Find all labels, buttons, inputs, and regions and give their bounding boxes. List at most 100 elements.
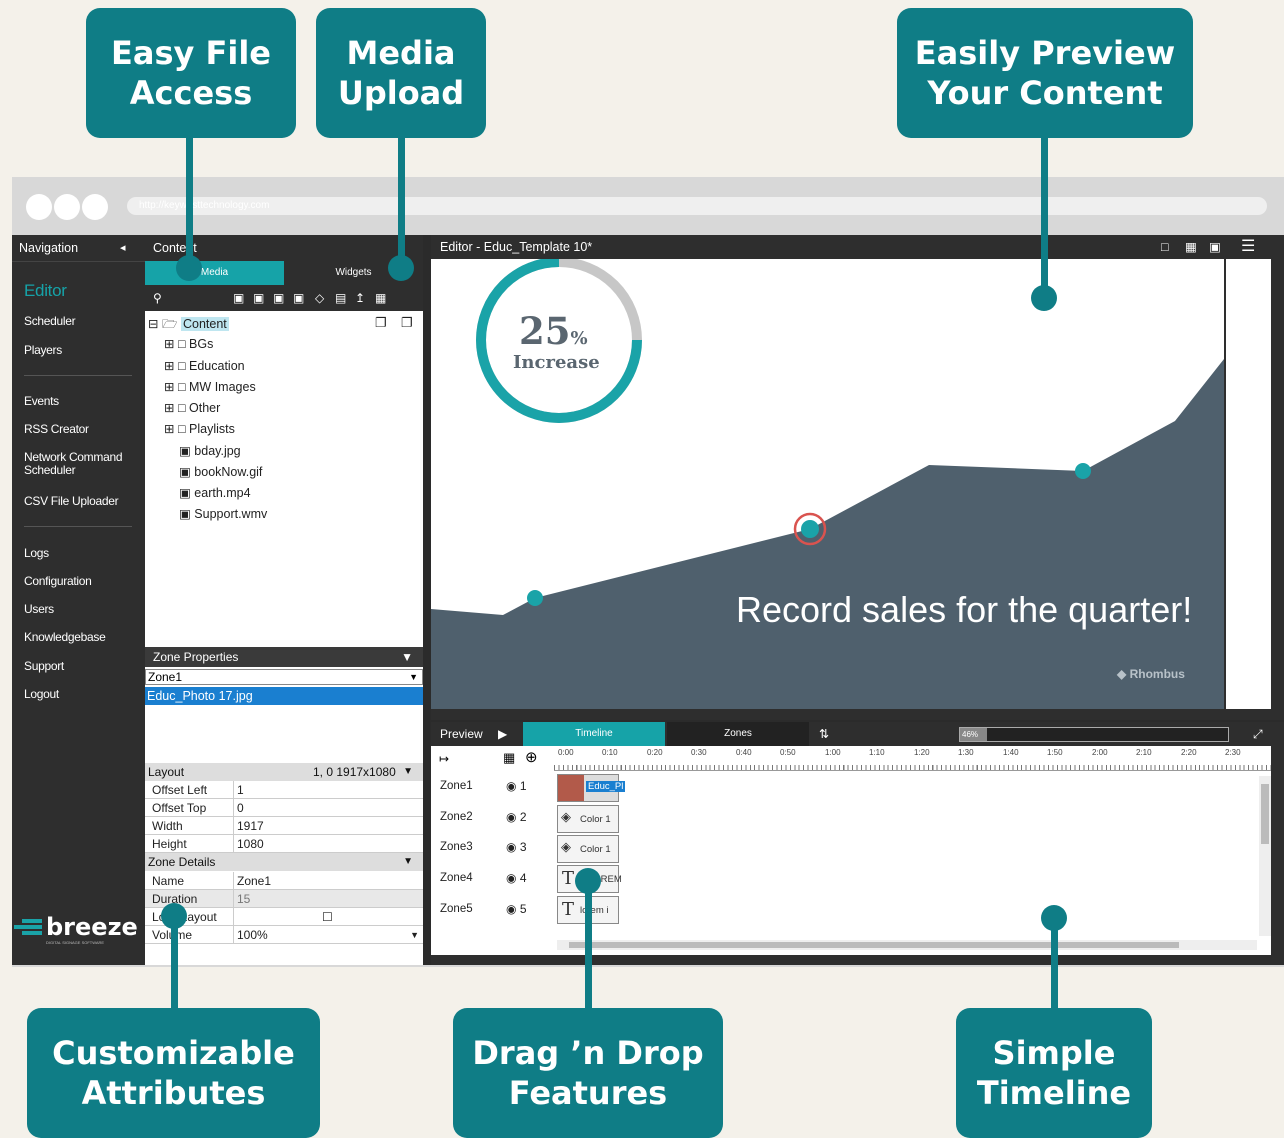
nav-item-network-command-scheduler[interactable]: Network Command Scheduler — [24, 451, 139, 477]
trash-icon[interactable]: ▦ — [503, 750, 515, 766]
pdf-file-icon[interactable]: ▣ — [293, 285, 304, 311]
zone-name-input[interactable]: Zone1 — [233, 872, 271, 890]
zone-row-label[interactable]: Zone4 — [440, 872, 473, 884]
eye-icon[interactable]: ◉ — [506, 902, 516, 916]
play-icon[interactable]: ▶ — [498, 722, 507, 746]
chart-point[interactable] — [527, 590, 543, 606]
paste-icon[interactable]: ❐ — [401, 315, 413, 331]
zone-file-item[interactable]: Educ_Photo 17.jpg — [145, 687, 423, 705]
collapse-icon[interactable]: ◂ — [120, 235, 126, 261]
upload-icon[interactable]: ↥ — [355, 285, 365, 311]
vertical-scrollbar[interactable] — [1259, 776, 1271, 936]
expand-box-icon[interactable]: ⊞ — [164, 380, 174, 394]
zone-row-label[interactable]: Zone3 — [440, 841, 473, 853]
trash-icon[interactable]: ▦ — [375, 285, 386, 311]
eye-icon[interactable]: ◉ — [506, 779, 516, 793]
offset-top-input[interactable]: 0 — [233, 799, 244, 817]
chevron-down-icon[interactable]: ▼ — [403, 853, 413, 871]
tree-folder-playlists[interactable]: ⊞ □ Playlists — [164, 421, 235, 436]
nav-item-rss-creator[interactable]: RSS Creator — [24, 422, 89, 436]
address-bar[interactable]: http://keywesttechnology.com — [127, 197, 1267, 215]
tab-timeline[interactable]: Timeline — [523, 722, 665, 746]
tree-folder-mw-images[interactable]: ⊞ □ MW Images — [164, 379, 256, 394]
audio-file-icon[interactable]: ▣ — [273, 285, 284, 311]
chevron-down-icon[interactable]: ▼ — [401, 647, 413, 667]
zone-row-visibility[interactable]: ◉ 4 — [506, 871, 527, 885]
zone-row-visibility[interactable]: ◉ 3 — [506, 840, 527, 854]
search-icon[interactable]: ⚲ — [153, 285, 162, 311]
tree-file-earth[interactable]: ▣ earth.mp4 — [179, 485, 251, 500]
eye-icon[interactable]: ◉ — [506, 871, 516, 885]
nav-item-users[interactable]: Users — [24, 602, 54, 616]
duration-input[interactable]: 15 — [233, 890, 250, 908]
height-input[interactable]: 1080 — [233, 835, 264, 853]
copy-icon[interactable]: ❐ — [375, 315, 387, 331]
nav-item-support[interactable]: Support — [24, 659, 64, 673]
fullscreen-icon[interactable]: ⤢ — [1253, 722, 1263, 746]
tree-folder-bgs[interactable]: ⊞ □ BGs — [164, 336, 213, 351]
chevron-down-icon[interactable]: ▼ — [410, 926, 419, 944]
zone-details-header[interactable]: Zone Details ▼ — [145, 853, 423, 871]
timeline-clip[interactable]: Educ_Pl — [557, 774, 626, 802]
expand-box-icon[interactable]: ⊞ — [164, 401, 174, 415]
open-folder-icon[interactable]: ▦ — [1185, 235, 1197, 259]
offset-left-input[interactable]: 1 — [233, 781, 244, 799]
nav-item-knowledgebase[interactable]: Knowledgebase — [24, 630, 106, 644]
nav-item-events[interactable]: Events — [24, 394, 59, 408]
preview-canvas[interactable]: 25% Increase Record sales for the quarte… — [431, 259, 1224, 709]
tree-file-support[interactable]: ▣ Support.wmv — [179, 506, 267, 521]
lock-layout-checkbox[interactable]: ☐ — [233, 908, 333, 926]
horizontal-scrollbar[interactable] — [557, 940, 1257, 950]
nav-item-logs[interactable]: Logs — [24, 546, 49, 560]
timeline-clip[interactable]: ◈ Color 1 — [557, 835, 619, 863]
new-folder-icon[interactable]: ▤ — [335, 285, 346, 311]
eye-icon[interactable]: ◉ — [506, 810, 516, 824]
tree-file-bday[interactable]: ▣ bday.jpg — [179, 443, 241, 458]
layout-section-header[interactable]: Layout 1, 0 1917x1080 ▼ — [145, 763, 423, 781]
nav-item-configuration[interactable]: Configuration — [24, 574, 92, 588]
chart-point[interactable] — [801, 520, 819, 538]
scroll-thumb[interactable] — [1261, 784, 1269, 844]
layers-icon[interactable]: ◇ — [315, 285, 324, 311]
nav-item-logout[interactable]: Logout — [24, 687, 59, 701]
tab-media[interactable]: Media — [145, 261, 284, 285]
expand-box-icon[interactable]: ⊞ — [164, 359, 174, 373]
nav-item-scheduler[interactable]: Scheduler — [24, 314, 76, 328]
eye-icon[interactable]: ◉ — [506, 840, 516, 854]
add-zone-icon[interactable]: ⊕ — [525, 748, 538, 766]
tab-zones[interactable]: Zones — [667, 722, 809, 746]
tree-folder-education[interactable]: ⊞ □ Education — [164, 358, 245, 373]
zone-row-visibility[interactable]: ◉ 1 — [506, 779, 527, 793]
image-file-icon[interactable]: ▣ — [233, 285, 244, 311]
chart-point[interactable] — [1075, 463, 1091, 479]
nav-item-editor[interactable]: Editor — [24, 281, 67, 301]
zone-properties-header[interactable]: Zone Properties ▼ — [145, 647, 423, 667]
zone-row-visibility[interactable]: ◉ 2 — [506, 810, 527, 824]
zoom-slider[interactable]: 46% — [959, 727, 1229, 742]
save-icon[interactable]: ▣ — [1209, 235, 1221, 259]
tree-root-content[interactable]: ⊟ 🗁 Content — [148, 315, 229, 336]
menu-icon[interactable]: ☰ — [1241, 235, 1255, 259]
new-file-icon[interactable]: □ — [1161, 235, 1169, 259]
scroll-thumb[interactable] — [569, 942, 1179, 948]
zone-row-visibility[interactable]: ◉ 5 — [506, 902, 527, 916]
zone-row-label[interactable]: Zone2 — [440, 811, 473, 823]
zone-row-label[interactable]: Zone5 — [440, 903, 473, 915]
timeline-clip[interactable]: ◈ Color 1 — [557, 805, 619, 833]
volume-select[interactable]: 100% — [233, 926, 268, 944]
zone-row-label[interactable]: Zone1 — [440, 780, 473, 792]
fit-width-icon[interactable]: ↦ — [439, 752, 449, 766]
nav-item-csv-file-uploader[interactable]: CSV File Uploader — [24, 494, 119, 508]
zone-select[interactable]: Zone1 ▼ — [145, 669, 423, 685]
expand-box-icon[interactable]: ⊞ — [164, 422, 174, 436]
width-input[interactable]: 1917 — [233, 817, 264, 835]
chevron-down-icon[interactable]: ▼ — [403, 763, 413, 781]
expand-box-icon[interactable]: ⊞ — [164, 337, 174, 351]
video-file-icon[interactable]: ▣ — [253, 285, 264, 311]
chevron-down-icon[interactable]: ▼ — [409, 670, 418, 684]
sort-icon[interactable]: ⇅ — [819, 722, 829, 746]
nav-item-players[interactable]: Players — [24, 343, 62, 357]
tree-folder-other[interactable]: ⊞ □ Other — [164, 400, 220, 415]
collapse-box-icon[interactable]: ⊟ — [148, 317, 158, 331]
tree-file-booknow[interactable]: ▣ bookNow.gif — [179, 464, 262, 479]
